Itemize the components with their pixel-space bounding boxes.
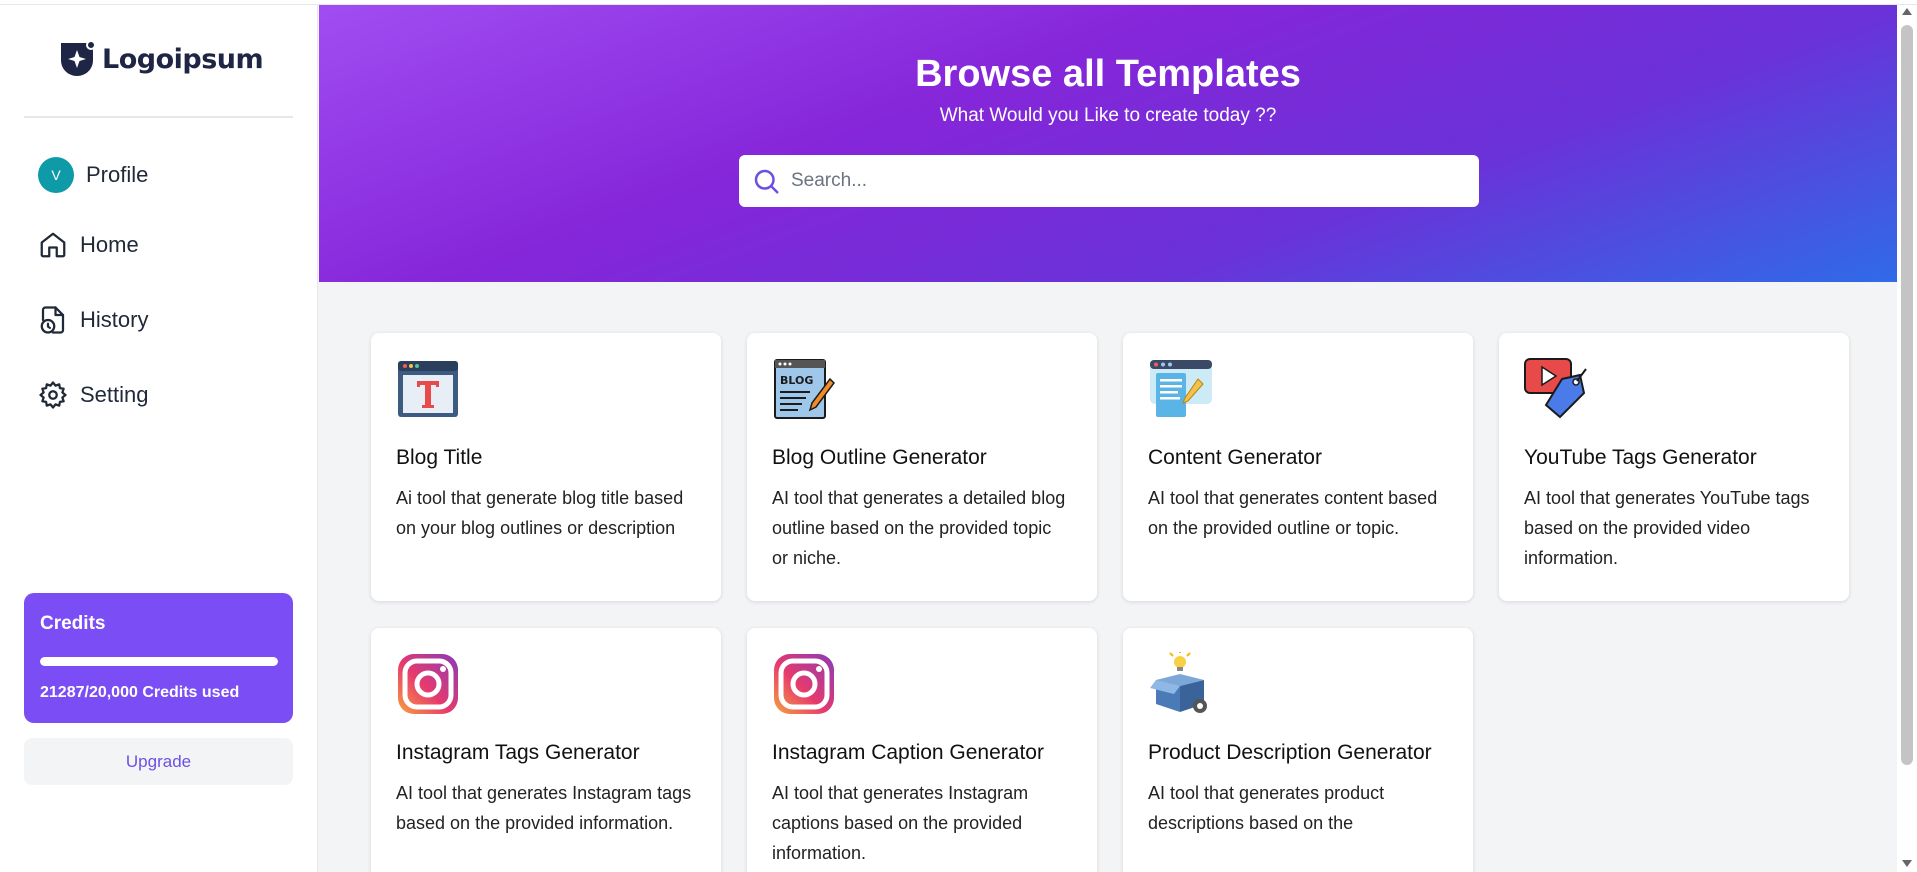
blog-icon: BLOG [774,359,835,419]
card-title: Content Generator [1148,446,1322,469]
sidebar-item-home[interactable]: Home [38,225,139,265]
card-title: Blog Outline Generator [772,446,987,469]
history-icon [38,305,68,335]
logo-mark-icon [61,40,96,76]
credits-card: Credits 21287/20,000 Credits used [24,593,293,723]
avatar: V [38,157,74,193]
template-card-product-description-generator[interactable]: Product Description Generator AI tool th… [1123,628,1473,872]
card-title: Product Description Generator [1148,741,1432,764]
search-bar [739,155,1479,207]
page-title: Browse all Templates [915,53,1301,95]
credits-progress-fill [40,657,278,666]
card-description: AI tool that generates a detailed blog o… [772,488,1066,568]
template-card-youtube-tags-generator[interactable]: YouTube Tags Generator AI tool that gene… [1499,333,1849,601]
logo-text: Logoipsum [102,43,264,75]
svg-text:BLOG: BLOG [780,374,813,387]
sidebar-item-label: Profile [86,162,149,187]
sidebar: Logoipsum V Profile Home History Setting [0,5,318,872]
template-card-content-generator[interactable]: Content Generator AI tool that generates… [1123,333,1473,601]
credits-title: Credits [40,613,106,634]
card-description: AI tool that generates Instagram caption… [772,783,1029,863]
scroll-up-arrow-icon[interactable] [1902,8,1912,15]
sidebar-item-history[interactable]: History [38,300,148,340]
credits-progress-bar [40,657,278,666]
card-title: Instagram Caption Generator [772,741,1044,764]
credits-usage-text: 21287/20,000 Credits used [40,684,240,701]
scrollbar[interactable] [1897,5,1917,872]
template-card-instagram-caption-generator[interactable]: Instagram Caption Generator AI tool that… [747,628,1097,872]
template-card-blog-title[interactable]: Blog Title Ai tool that generate blog ti… [371,333,721,601]
search-icon [754,169,779,194]
logo[interactable]: Logoipsum [58,40,264,78]
card-title: Instagram Tags Generator [396,741,640,764]
upgrade-button[interactable]: Upgrade [24,738,293,785]
card-description: Ai tool that generate blog title based o… [396,488,684,538]
sidebar-item-label: Home [80,232,139,257]
card-title: Blog Title [396,446,483,469]
page-subtitle: What Would you Like to create today ?? [939,105,1277,126]
gear-icon [38,380,68,410]
card-description: AI tool that generates YouTube tags base… [1524,488,1810,568]
sidebar-item-label: Setting [80,382,149,407]
product-box-icon [1150,650,1207,713]
sidebar-item-label: History [80,307,149,332]
sidebar-item-setting[interactable]: Setting [38,375,149,415]
sidebar-item-profile[interactable]: V Profile [38,155,148,195]
card-description: AI tool that generates Instagram tags ba… [396,783,692,833]
home-icon [38,230,68,260]
card-title: YouTube Tags Generator [1524,446,1757,469]
card-description: AI tool that generates content based on … [1148,488,1438,538]
template-card-blog-outline-generator[interactable]: BLOG Blog Outline Generator AI tool that… [747,333,1097,601]
blog-title-icon [398,361,458,417]
hero-banner: Browse all Templates What Would you Like… [319,5,1897,282]
template-card-instagram-tags-generator[interactable]: Instagram Tags Generator AI tool that ge… [371,628,721,872]
instagram-icon [398,654,458,714]
search-input[interactable] [791,170,1479,192]
card-description: AI tool that generates product descripti… [1148,783,1385,833]
scrollbar-thumb[interactable] [1901,25,1913,765]
content-icon [1150,360,1212,417]
youtube-tag-icon [1524,358,1587,419]
scroll-down-arrow-icon[interactable] [1902,860,1912,867]
instagram-icon [774,654,834,714]
sidebar-divider [24,116,293,118]
